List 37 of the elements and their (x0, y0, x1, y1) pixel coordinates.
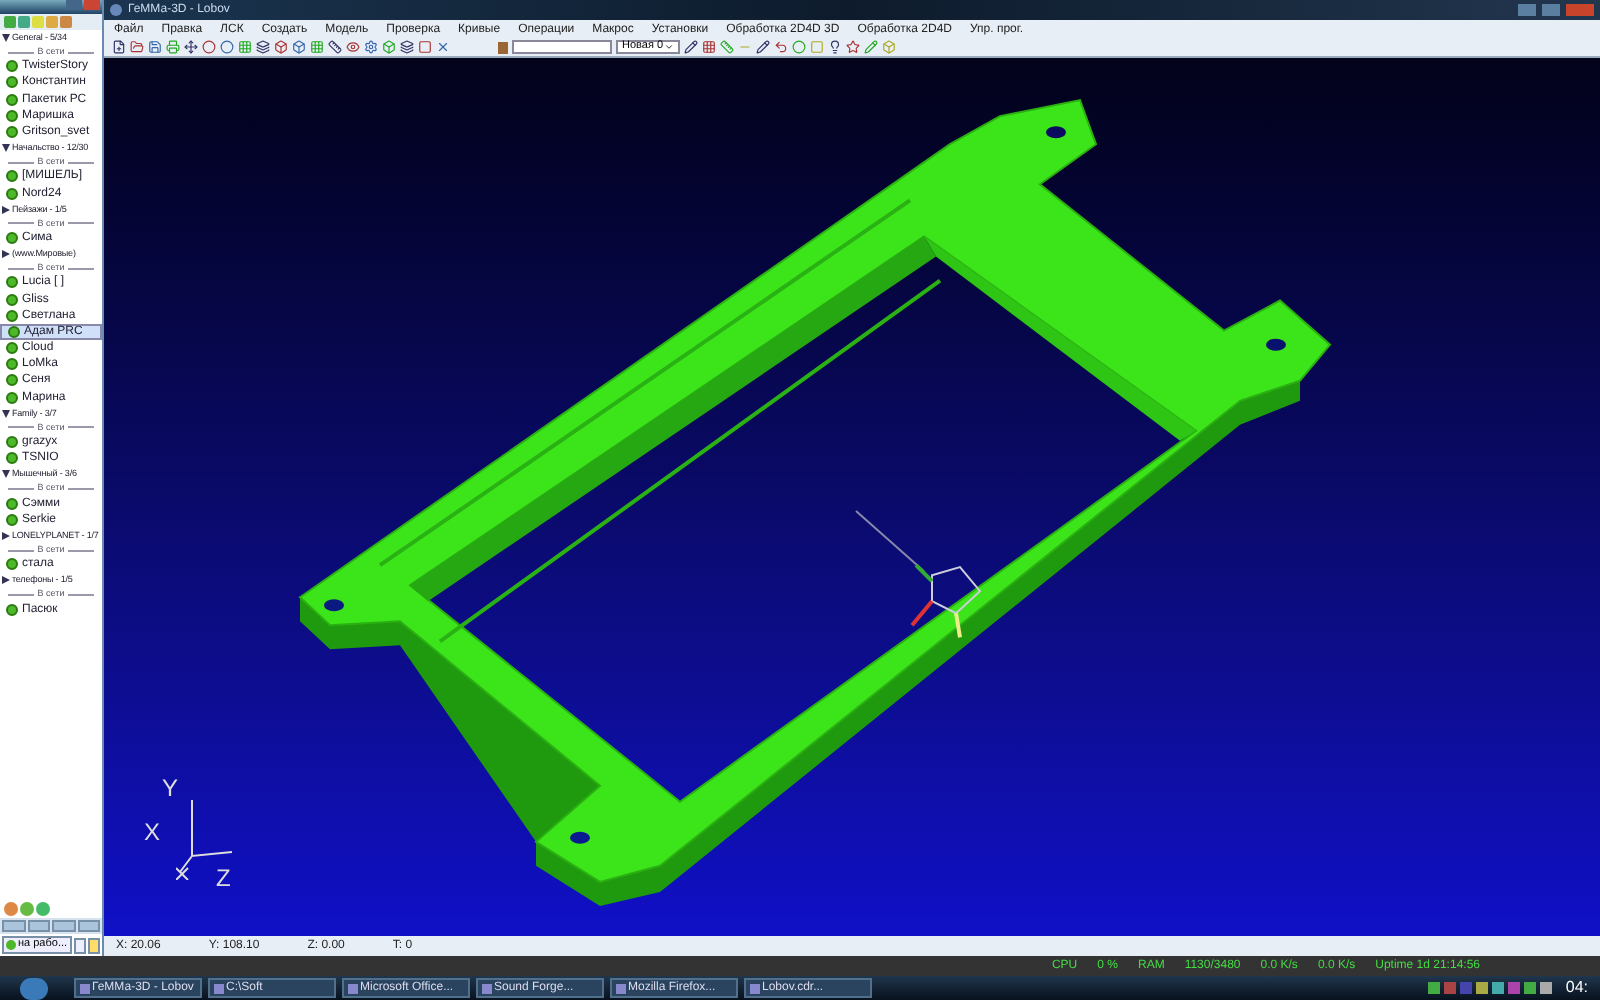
toolbar-icon[interactable] (130, 40, 144, 54)
toolbar-icon[interactable] (400, 40, 414, 54)
expanded-arrow-icon[interactable] (2, 409, 10, 418)
toolbar-icon[interactable] (346, 40, 360, 54)
expanded-arrow-icon[interactable] (2, 144, 10, 153)
toolbar-icon[interactable] (256, 40, 270, 54)
clock: 04: (1565, 980, 1588, 996)
toolbar-icon[interactable] (436, 40, 450, 54)
toolbar-icon[interactable] (274, 40, 288, 54)
start-button[interactable] (20, 977, 48, 999)
expanded-arrow-icon[interactable] (2, 34, 10, 43)
manipulator-icon[interactable] (855, 510, 982, 638)
axis-label: X (144, 820, 161, 844)
collapsed-arrow-icon[interactable] (2, 576, 10, 585)
expanded-arrow-icon[interactable] (2, 470, 10, 479)
collapsed-arrow-icon[interactable] (2, 531, 10, 540)
toolbar-icon[interactable] (292, 40, 306, 54)
toolbar-icon[interactable] (755, 40, 770, 54)
search-input[interactable] (512, 40, 612, 54)
toolbar-icon[interactable] (773, 40, 788, 54)
toolbar-icon[interactable] (701, 40, 716, 54)
toolbar-icon[interactable] (827, 40, 842, 54)
toolbar-icon[interactable] (328, 40, 342, 54)
toolbar-icon[interactable] (184, 40, 198, 54)
toolbar-icon[interactable] (364, 40, 378, 54)
axis-label: Y (162, 776, 179, 800)
toolbar-icon[interactable] (845, 40, 860, 54)
toolbar-icon[interactable] (683, 40, 698, 54)
collapsed-arrow-icon[interactable] (2, 205, 10, 214)
toolbar-icon[interactable] (112, 40, 126, 54)
toolbar-icon[interactable] (148, 40, 162, 54)
collapsed-arrow-icon[interactable] (2, 250, 10, 259)
3d-viewport[interactable]: Y X Z (104, 58, 1600, 936)
app-icon (110, 4, 122, 16)
axis-label: Z (216, 866, 231, 890)
dropdown-icon[interactable] (663, 42, 674, 52)
toolbar-icon[interactable] (418, 40, 432, 54)
